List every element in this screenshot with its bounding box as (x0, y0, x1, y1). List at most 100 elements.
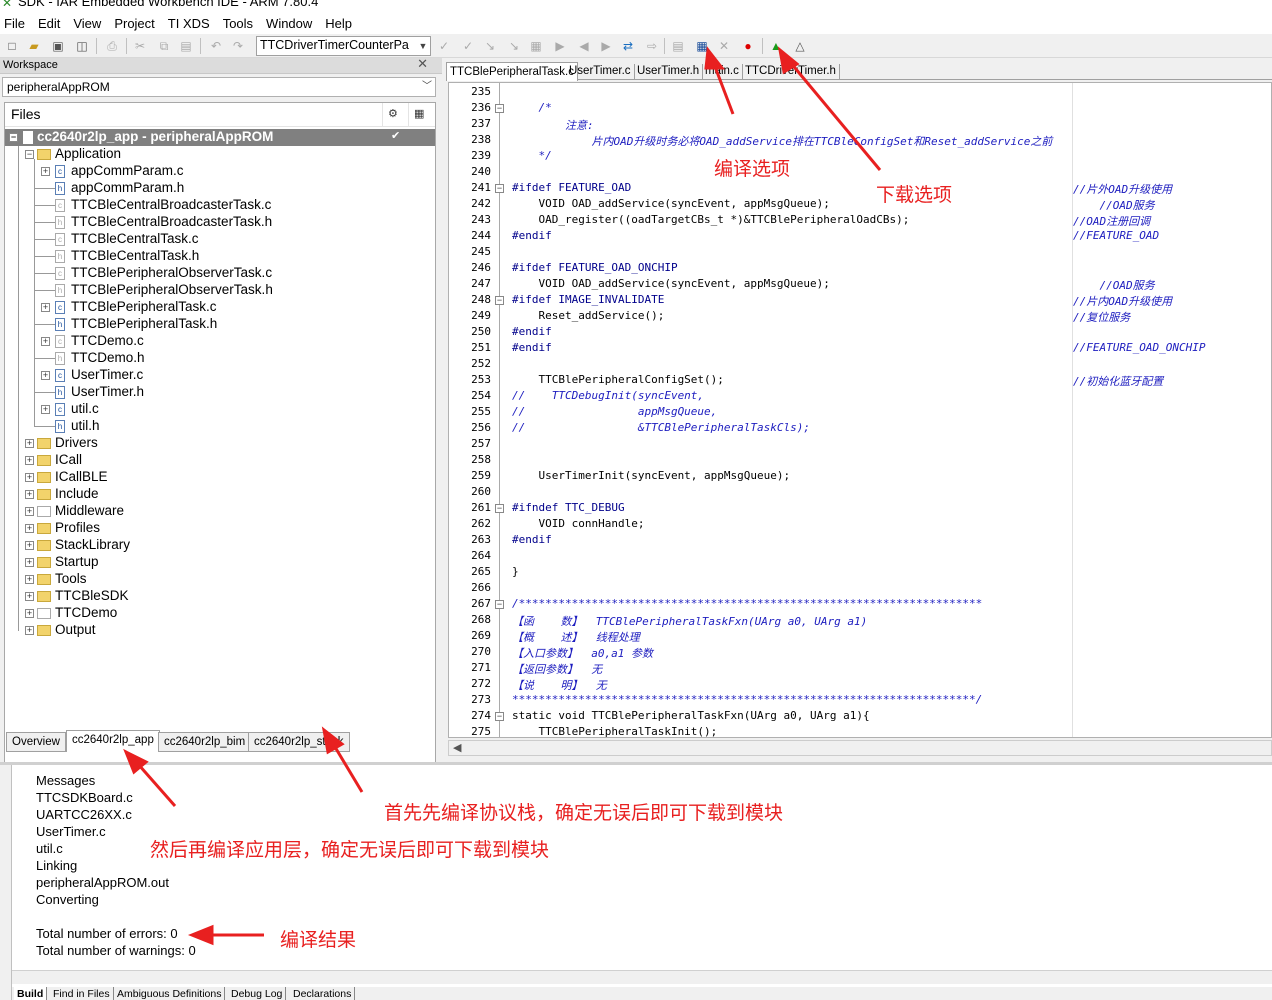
tab-main-c[interactable]: main.c (702, 64, 743, 80)
menu-help[interactable]: Help (325, 16, 359, 31)
tree-group-item[interactable]: + Tools (5, 571, 435, 588)
tab-ambiguous-definitions[interactable]: Ambiguous Definitions (114, 987, 226, 1000)
stop-build-icon[interactable]: ✕ (716, 38, 732, 54)
new-file-icon[interactable]: □ (4, 38, 20, 54)
tab-declarations[interactable]: Declarations (290, 987, 356, 1000)
find-prev-icon[interactable]: ✓ (460, 38, 476, 54)
menu-file[interactable]: File (4, 16, 32, 31)
find-next-icon[interactable]: ✓ (436, 38, 452, 54)
tab-cc2640r2lp-bim[interactable]: cc2640r2lp_bim (158, 732, 252, 752)
expand-icon[interactable]: + (25, 541, 34, 550)
expand-icon[interactable]: + (25, 575, 34, 584)
tree-file-item[interactable]: h UserTimer.h (5, 384, 435, 401)
tab-ttcbleperipheraltask-c[interactable]: TTCBlePeripheralTask.c (446, 62, 578, 81)
workspace-config-select[interactable]: peripheralAppROM ﹀ (2, 77, 436, 97)
tree-file-item[interactable]: h TTCBlePeripheralTask.h (5, 316, 435, 333)
fold-icon[interactable]: − (495, 104, 504, 113)
tree-file-item[interactable]: + c appCommParam.c (5, 163, 435, 180)
find-in-files-icon[interactable]: ↘ (482, 38, 498, 54)
expand-icon[interactable]: + (41, 167, 50, 176)
menu-window[interactable]: Window (266, 16, 319, 31)
tab-usertimer-c[interactable]: UserTimer.c (566, 64, 635, 80)
expand-icon[interactable]: + (25, 439, 34, 448)
tree-group-item[interactable]: + Profiles (5, 520, 435, 537)
tab-cc2640r2lp-app[interactable]: cc2640r2lp_app (66, 730, 160, 752)
tree-group-item[interactable]: + Drivers (5, 435, 435, 452)
tree-file-item[interactable]: h TTCBleCentralBroadcasterTask.h (5, 214, 435, 231)
close-icon[interactable]: ✕ (417, 56, 428, 72)
tree-group-item[interactable]: + Startup (5, 554, 435, 571)
expand-icon[interactable]: + (25, 592, 34, 601)
expand-icon[interactable]: + (25, 490, 34, 499)
tree-file-item[interactable]: h appCommParam.h (5, 180, 435, 197)
tab-build[interactable]: Build (14, 987, 48, 1000)
fold-icon[interactable]: − (495, 296, 504, 305)
menu-project[interactable]: Project (114, 16, 161, 31)
goto-icon[interactable]: ▦ (528, 38, 544, 54)
forward-icon[interactable]: ⇨ (644, 38, 660, 54)
horizontal-scrollbar[interactable]: ◀ (448, 740, 1272, 756)
messages-scrollbar[interactable] (12, 970, 1272, 984)
make-icon[interactable]: ▦ (694, 38, 710, 54)
tree-group-item[interactable]: + Middleware (5, 503, 435, 520)
expand-icon[interactable]: + (25, 609, 34, 618)
navigate-icon[interactable]: ⇄ (620, 38, 636, 54)
compile-file-icon[interactable]: ▤ (670, 38, 686, 54)
redo-icon[interactable]: ↷ (230, 38, 246, 54)
tree-columns-icon[interactable]: ▦ (414, 107, 424, 120)
panel-side-handle[interactable] (0, 765, 12, 1000)
tree-file-item[interactable]: h TTCBleCentralTask.h (5, 248, 435, 265)
tab-overview[interactable]: Overview (6, 732, 66, 752)
menu-edit[interactable]: Edit (38, 16, 67, 31)
collapse-icon[interactable]: − (9, 133, 18, 142)
expand-icon[interactable]: + (25, 473, 34, 482)
fold-icon[interactable]: − (495, 712, 504, 721)
save-icon[interactable]: ▣ (50, 38, 66, 54)
tab-cc2640r2lp-stack[interactable]: cc2640r2lp_stack (248, 732, 350, 752)
menu-view[interactable]: View (73, 16, 108, 31)
menu-tools[interactable]: Tools (223, 16, 260, 31)
download-debug-icon[interactable]: ▲ (768, 38, 784, 54)
expand-icon[interactable]: + (41, 405, 50, 414)
copy-icon[interactable]: ⧉ (156, 38, 172, 54)
code-view[interactable]: 235 236− /* 237 注意: 238 片内OAD升级时务必将OAD_addS… (448, 82, 1272, 738)
save-all-icon[interactable]: ◫ (74, 38, 90, 54)
tab-usertimer-h[interactable]: UserTimer.h (634, 64, 704, 80)
collapse-icon[interactable]: − (25, 150, 34, 159)
prev-bookmark-icon[interactable]: ◀ (576, 38, 592, 54)
expand-icon[interactable]: + (41, 303, 50, 312)
tree-file-item[interactable]: h util.h (5, 418, 435, 435)
expand-icon[interactable]: + (25, 626, 34, 635)
tree-file-item[interactable]: c TTCBleCentralTask.c (5, 231, 435, 248)
scroll-left-icon[interactable]: ◀ (453, 741, 461, 754)
find-combo[interactable]: TTCDriverTimerCounterPa ▼ (256, 36, 431, 56)
expand-icon[interactable]: + (41, 337, 50, 346)
tab-debug-log[interactable]: Debug Log (228, 987, 287, 1000)
next-bookmark-icon[interactable]: ▶ (598, 38, 614, 54)
tree-file-item[interactable]: c TTCBlePeripheralObserverTask.c (5, 265, 435, 282)
tab-ttcdrivertimer-h[interactable]: TTCDriverTimer.h (742, 64, 840, 80)
tab-find-in-files[interactable]: Find in Files (50, 987, 114, 1000)
tree-group-item[interactable]: + Output (5, 622, 435, 639)
debug-without-download-icon[interactable]: △ (792, 38, 808, 54)
tree-file-item[interactable]: + c UserTimer.c (5, 367, 435, 384)
paste-icon[interactable]: ▤ (178, 38, 194, 54)
tree-file-item[interactable]: + c util.c (5, 401, 435, 418)
tree-group-item[interactable]: + TTCDemo (5, 605, 435, 622)
expand-icon[interactable]: + (25, 558, 34, 567)
cut-icon[interactable]: ✂ (132, 38, 148, 54)
undo-icon[interactable]: ↶ (208, 38, 224, 54)
open-folder-icon[interactable]: ▰ (26, 38, 42, 54)
fold-icon[interactable]: − (495, 600, 504, 609)
fold-icon[interactable]: − (495, 504, 504, 513)
tree-group-item[interactable]: + Include (5, 486, 435, 503)
expand-icon[interactable]: + (25, 507, 34, 516)
options-icon[interactable]: ⚙ (388, 107, 398, 120)
tree-file-item[interactable]: + c TTCDemo.c (5, 333, 435, 350)
tree-file-item[interactable]: h TTCDemo.h (5, 350, 435, 367)
tree-group-application[interactable]: − Application (5, 146, 435, 163)
replace-icon[interactable]: ↘ (506, 38, 522, 54)
tree-group-item[interactable]: + TTCBleSDK (5, 588, 435, 605)
tree-project-row[interactable]: − ▣ cc2640r2lp_app - peripheralAppROM ✔ (5, 129, 435, 146)
tree-group-item[interactable]: + ICall (5, 452, 435, 469)
